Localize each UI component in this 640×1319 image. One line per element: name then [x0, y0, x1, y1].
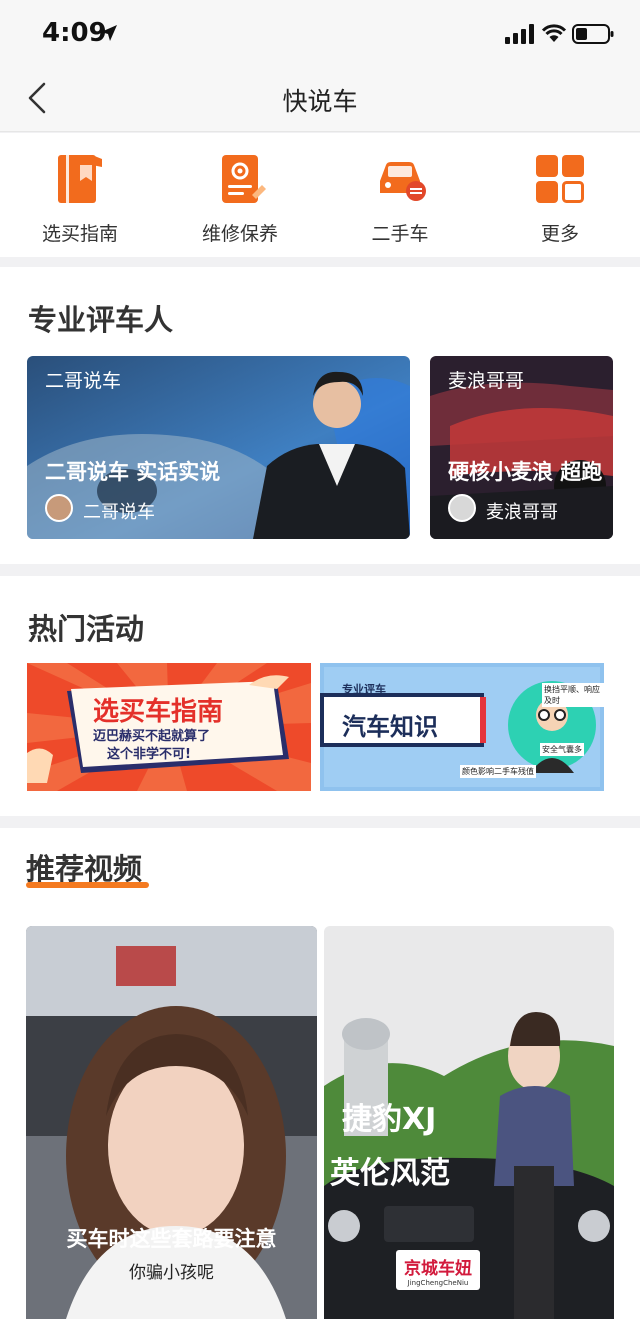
- avatar: [45, 494, 73, 522]
- navigation-bar: 快说车: [0, 64, 640, 132]
- quick-item-maintenance[interactable]: 维修保养: [160, 133, 320, 257]
- status-time: 4:09: [42, 18, 107, 48]
- quick-label: 二手车: [371, 223, 429, 245]
- more-grid-icon: [536, 155, 584, 203]
- used-car-icon: [380, 162, 426, 201]
- knowledge-bubble-1: 换挡平顺、响应及时: [542, 683, 604, 707]
- knowledge-tag: 专业评车: [342, 683, 386, 696]
- quick-item-guide[interactable]: 选买指南: [0, 133, 160, 257]
- quick-item-more[interactable]: 更多: [480, 133, 640, 257]
- reviewer-tagline: 硬核小麦浪 超跑: [448, 460, 603, 484]
- reviewer-name-label: 麦浪哥哥: [448, 370, 525, 392]
- wifi-icon: [541, 24, 567, 42]
- quick-label: 维修保养: [201, 223, 278, 245]
- guide-banner[interactable]: 选买车指南 迈巴赫买不起就算了 这个非学不可!: [27, 663, 311, 791]
- knowledge-banner[interactable]: 专业评车 汽车知识 换挡平顺、响应及时 安全气囊多 颜色影响二手车残值: [320, 663, 604, 791]
- reviewer-card[interactable]: 二哥说车 二哥说车 实话实说 二哥说车: [27, 356, 410, 539]
- video-overlay-title-1: 捷豹XJ: [342, 1102, 437, 1137]
- quick-item-used-car[interactable]: 二手车: [320, 133, 480, 257]
- license-plate: 京城车妞 JingChengCheNiu: [396, 1250, 480, 1290]
- reviewer-card[interactable]: 麦浪哥哥 硬核小麦浪 超跑 麦浪哥哥: [430, 356, 613, 539]
- video-subtitle: 你骗小孩呢: [129, 1263, 214, 1283]
- guide-banner-headline: 选买车指南: [93, 697, 224, 727]
- reviewer-tagline: 二哥说车 实话实说: [45, 460, 221, 484]
- guide-banner-sub2: 这个非学不可!: [107, 747, 191, 762]
- guide-book-icon: [58, 155, 102, 203]
- maintenance-gear-icon: [222, 155, 266, 203]
- section-title: 专业评车人: [28, 303, 174, 337]
- location-arrow-icon: [101, 25, 117, 41]
- knowledge-bubble-3: 颜色影响二手车残值: [460, 765, 536, 778]
- battery-icon: [572, 24, 614, 44]
- video-card[interactable]: 捷豹XJ 英伦风范 京城车妞 JingChengCheNiu: [324, 926, 614, 1319]
- avatar: [448, 494, 476, 522]
- video-overlay-title-2: 英伦风范: [330, 1156, 450, 1191]
- reviewer-author: 二哥说车: [83, 502, 155, 523]
- signal-icon: [505, 24, 534, 44]
- quick-menu: 选买指南 维修保养 二手车 更多: [0, 133, 640, 257]
- knowledge-headline: 汽车知识: [342, 713, 438, 741]
- plate-subtext: JingChengCheNiu: [407, 1279, 469, 1287]
- quick-label: 选买指南: [41, 223, 118, 245]
- video-caption: 买车时这些套路要注意: [66, 1227, 277, 1251]
- status-bar: 4:09: [0, 0, 640, 64]
- reviewer-author: 麦浪哥哥: [486, 502, 558, 523]
- quick-label: 更多: [540, 223, 579, 245]
- reviewer-name-label: 二哥说车: [45, 370, 122, 392]
- video-card[interactable]: 买车时这些套路要注意 你骗小孩呢: [26, 926, 317, 1319]
- title-underline: [26, 882, 149, 888]
- page-title: 快说车: [282, 87, 358, 116]
- guide-banner-sub1: 迈巴赫买不起就算了: [93, 729, 211, 744]
- section-title: 热门活动: [28, 612, 145, 646]
- knowledge-bubble-2: 安全气囊多: [540, 743, 584, 756]
- plate-text: 京城车妞: [404, 1259, 472, 1279]
